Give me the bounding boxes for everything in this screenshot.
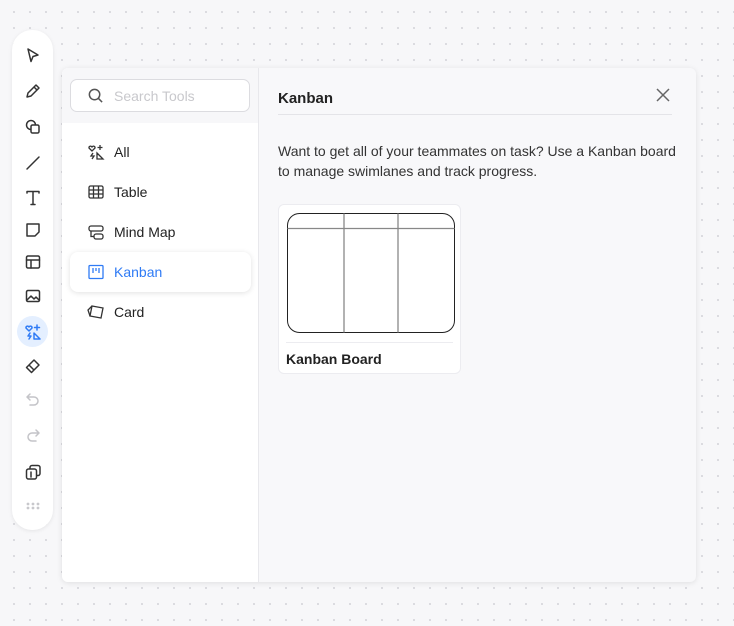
all-tools-icon (88, 145, 105, 160)
redo-icon (26, 428, 40, 442)
category-label: Table (114, 184, 148, 200)
select-arrow-icon (26, 47, 39, 62)
category-label: Card (114, 304, 145, 320)
layers-icon (25, 464, 41, 480)
category-label: Mind Map (114, 224, 176, 240)
shapes-tool-button[interactable] (17, 111, 48, 142)
sticky-note-tool-button[interactable] (17, 214, 48, 245)
left-toolbar (12, 30, 53, 530)
tools-panel: All Table Mind Map Kanban Card Kanban Wa… (62, 68, 696, 582)
layout-tool-button[interactable] (17, 246, 48, 277)
pencil-icon (25, 83, 40, 98)
category-label: Kanban (114, 264, 163, 280)
detail-title: Kanban (278, 90, 334, 107)
kanban-icon (88, 264, 104, 280)
detail-description: Want to get all of your teammates on tas… (278, 143, 676, 179)
template-card-kanban-board[interactable]: Kanban Board (278, 204, 461, 374)
eraser-tool-button[interactable] (17, 350, 48, 381)
category-table[interactable]: Table (70, 172, 251, 212)
select-tool-button[interactable] (17, 40, 48, 71)
eraser-icon (25, 358, 40, 373)
close-button[interactable] (654, 86, 672, 104)
category-all[interactable]: All (70, 132, 251, 172)
line-icon (25, 155, 40, 170)
mind-map-icon (88, 225, 104, 240)
shapes-icon (25, 119, 40, 134)
pencil-tool-button[interactable] (17, 75, 48, 106)
category-mind-map[interactable]: Mind Map (70, 212, 251, 252)
redo-button[interactable] (17, 420, 48, 451)
category-sidebar: All Table Mind Map Kanban Card (62, 68, 259, 582)
search-icon (88, 88, 103, 103)
layout-icon (25, 254, 40, 269)
card-icon (87, 305, 104, 319)
sticky-note-icon (25, 222, 40, 237)
template-label: Kanban Board (286, 351, 382, 367)
kanban-board-preview (287, 213, 455, 333)
tools-button[interactable] (17, 316, 48, 347)
search-box[interactable] (70, 79, 250, 112)
undo-icon (25, 392, 39, 406)
search-input[interactable] (114, 87, 244, 104)
close-icon (656, 88, 670, 102)
undo-button[interactable] (17, 384, 48, 415)
tools-icon (24, 323, 41, 340)
layers-button[interactable] (17, 456, 48, 487)
divider (278, 114, 672, 115)
line-tool-button[interactable] (17, 147, 48, 178)
image-icon (25, 289, 40, 302)
more-button[interactable] (17, 490, 48, 521)
card-divider (286, 342, 453, 343)
category-kanban[interactable]: Kanban (70, 252, 251, 292)
image-tool-button[interactable] (17, 280, 48, 311)
more-grid-icon (26, 502, 39, 509)
table-icon (88, 185, 104, 199)
text-icon (25, 190, 40, 205)
text-tool-button[interactable] (17, 182, 48, 213)
category-card[interactable]: Card (70, 292, 251, 332)
category-label: All (114, 144, 130, 160)
